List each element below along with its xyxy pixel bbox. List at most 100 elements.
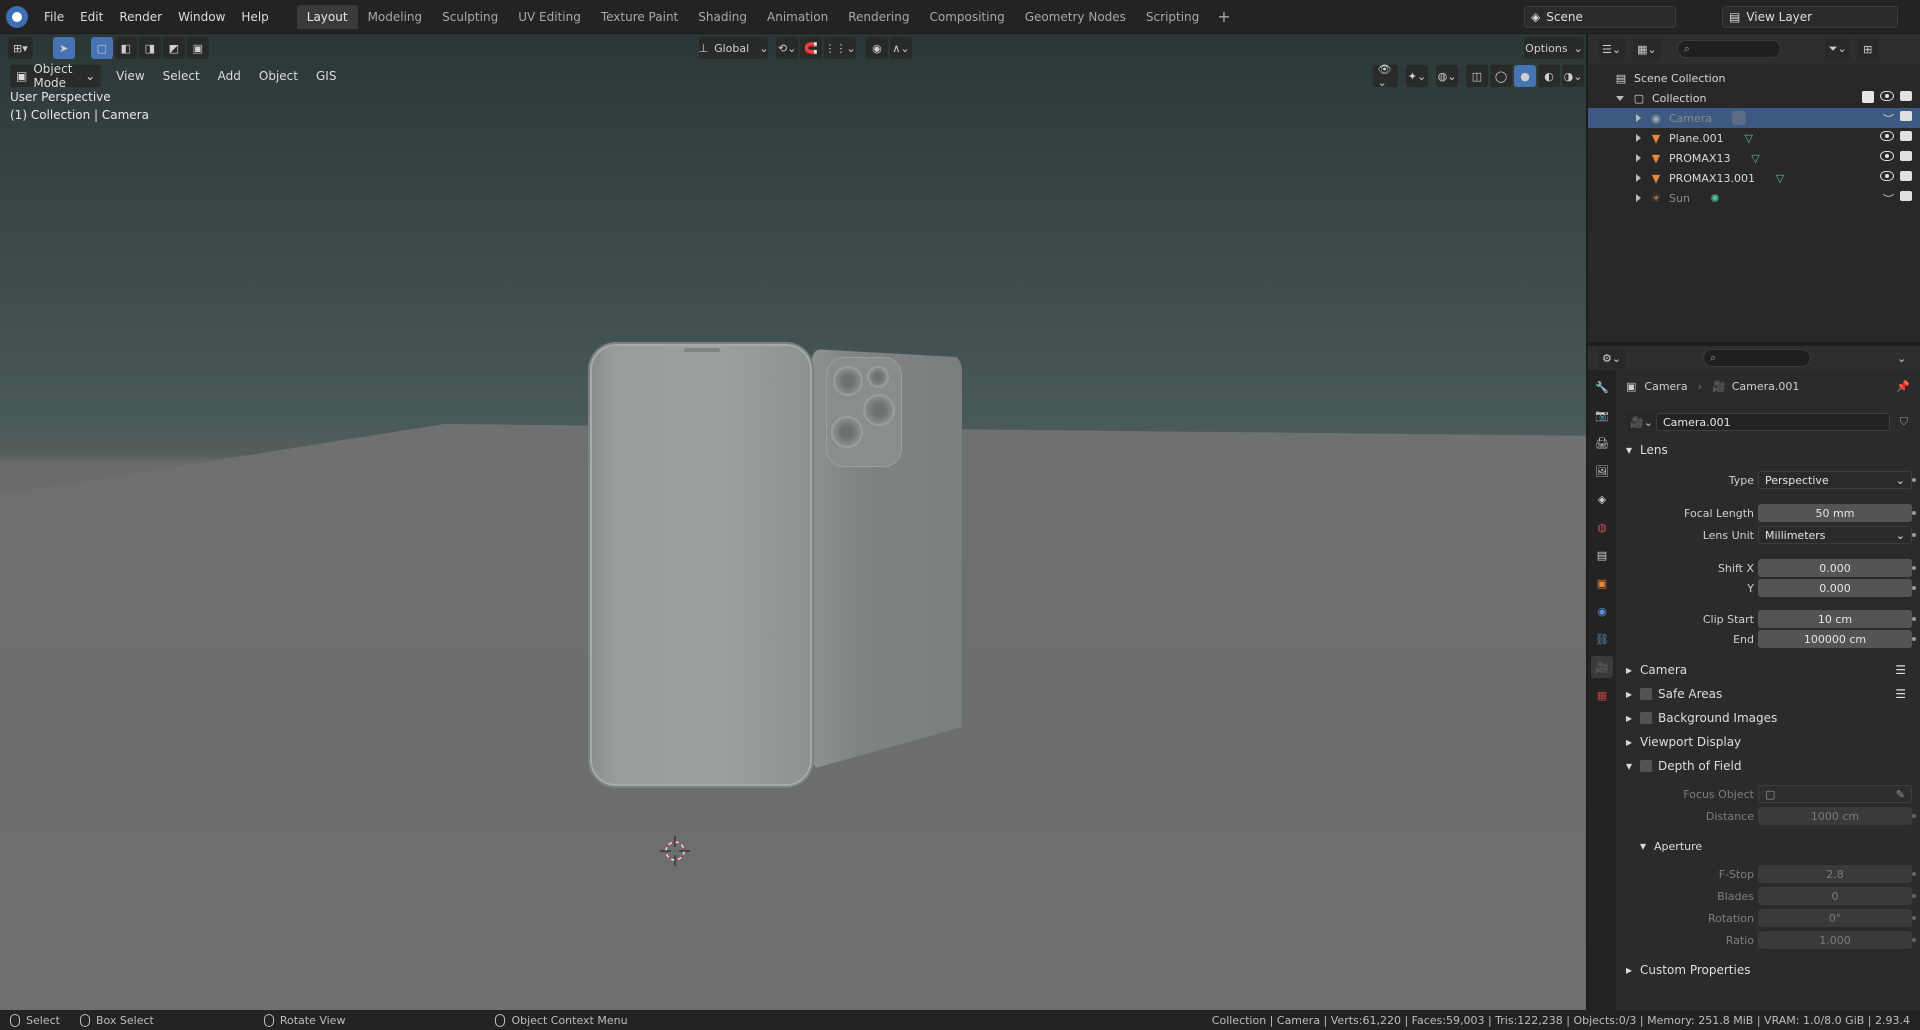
menu-window[interactable]: Window [170, 0, 233, 34]
eye-icon[interactable] [1880, 171, 1894, 181]
snap-toggle-icon[interactable]: 🧲 [800, 37, 823, 59]
outliner-editor-type-icon[interactable]: ☰⌄ [1598, 38, 1626, 60]
lens-type-dropdown[interactable]: Perspective ⌄ [1758, 471, 1912, 489]
visibility-selectability-icon[interactable]: 👁⌄ [1373, 63, 1398, 89]
expand-arrow-icon[interactable] [1636, 114, 1641, 122]
select-mode-invert-icon[interactable]: ◩ [162, 37, 185, 59]
clip-start-field[interactable]: 10 cm [1758, 610, 1912, 628]
focus-object-field[interactable]: ▢ ✎ [1758, 785, 1912, 803]
blender-logo-icon[interactable] [6, 5, 28, 28]
hidden-eye-icon[interactable]: ︶ [1883, 191, 1894, 207]
keyframe-dot-icon[interactable] [1912, 872, 1916, 876]
filter-icon[interactable]: ⏷⌄ [1824, 38, 1851, 60]
select-tool-icon[interactable]: ➤ [52, 37, 75, 59]
render-camera-icon[interactable] [1900, 191, 1912, 201]
select-mode-intersect-icon[interactable]: ▣ [186, 37, 209, 59]
outliner-item-plane[interactable]: ▼ Plane.001 ▽ [1588, 128, 1920, 148]
ratio-field[interactable]: 1.000 [1758, 931, 1912, 949]
render-camera-icon[interactable] [1900, 91, 1912, 101]
menu-edit[interactable]: Edit [72, 0, 111, 34]
keyframe-dot-icon[interactable] [1912, 533, 1916, 537]
render-camera-icon[interactable] [1900, 151, 1912, 161]
safe-areas-checkbox[interactable] [1640, 688, 1653, 700]
new-collection-icon[interactable]: ⊞ [1856, 38, 1879, 60]
tab-texture-paint[interactable]: Texture Paint [591, 5, 688, 29]
exclude-checkbox-icon[interactable] [1862, 91, 1874, 103]
object-mode-dropdown[interactable]: ▣ Object Mode ⌄ [10, 62, 102, 90]
snap-target-icon[interactable]: ⋮⋮⌄ [824, 37, 856, 59]
tab-scripting[interactable]: Scripting [1136, 5, 1209, 29]
lens-unit-dropdown[interactable]: Millimeters ⌄ [1758, 526, 1912, 544]
menu-file[interactable]: File [36, 0, 72, 34]
background-images-panel-header[interactable]: ▸ Background Images [1618, 708, 1920, 728]
phone-front-model[interactable] [590, 344, 812, 786]
render-camera-icon[interactable] [1900, 131, 1912, 141]
render-camera-icon[interactable] [1900, 171, 1912, 181]
collection-tab-icon[interactable]: ▤ [1591, 544, 1613, 566]
keyframe-dot-icon[interactable] [1912, 566, 1916, 570]
menu-render[interactable]: Render [111, 0, 170, 34]
keyframe-dot-icon[interactable] [1912, 511, 1916, 515]
solid-shading-icon[interactable]: ● [1514, 65, 1536, 87]
aperture-panel-header[interactable]: ▾ Aperture [1618, 836, 1920, 856]
eye-icon[interactable] [1880, 151, 1894, 161]
expand-arrow-icon[interactable] [1636, 134, 1641, 142]
world-tab-icon[interactable]: ◍ [1591, 516, 1613, 538]
fake-user-shield-icon[interactable]: ⛉ [1900, 415, 1908, 429]
viewport-menu-gis[interactable]: GIS [307, 69, 345, 83]
scene-collection-row[interactable]: ▤ Scene Collection [1588, 68, 1920, 88]
camera-panel-header[interactable]: ▸ Camera ☰ [1618, 660, 1920, 680]
focal-length-field[interactable]: 50 mm [1758, 504, 1912, 522]
tab-sculpting[interactable]: Sculpting [432, 5, 508, 29]
expand-arrow-icon[interactable] [1636, 194, 1641, 202]
view-layer-selector[interactable]: ▤ View Layer [1722, 6, 1898, 28]
keyframe-dot-icon[interactable] [1912, 478, 1916, 482]
chevron-down-icon[interactable]: ⌄ [1897, 352, 1906, 365]
tab-shading[interactable]: Shading [688, 5, 757, 29]
tab-rendering[interactable]: Rendering [838, 5, 919, 29]
material-shading-icon[interactable]: ◐ [1538, 65, 1560, 87]
3d-cursor-icon[interactable] [660, 836, 690, 866]
display-mode-icon[interactable]: ▦⌄ [1633, 38, 1661, 60]
xray-toggle-icon[interactable]: ◫ [1466, 65, 1488, 87]
view-layer-tab-icon[interactable]: 🖼 [1591, 460, 1613, 482]
viewport-menu-object[interactable]: Object [250, 69, 307, 83]
tab-compositing[interactable]: Compositing [919, 5, 1014, 29]
outliner-item-promax13[interactable]: ▼ PROMAX13 ▽ [1588, 148, 1920, 168]
expand-arrow-icon[interactable] [1616, 95, 1624, 101]
transform-orientation-dropdown[interactable]: ⊥ Global ⌄ [699, 37, 768, 59]
physics-tab-icon[interactable]: ◉ [1591, 600, 1613, 622]
eye-icon[interactable] [1880, 131, 1894, 141]
scene-selector[interactable]: ◈ Scene [1524, 6, 1676, 28]
presets-list-icon[interactable]: ☰ [1895, 687, 1906, 701]
keyframe-dot-icon[interactable] [1912, 814, 1916, 818]
keyframe-dot-icon[interactable] [1912, 637, 1916, 641]
presets-list-icon[interactable]: ☰ [1895, 663, 1906, 677]
viewport-menu-view[interactable]: View [107, 69, 153, 83]
datablock-name-field[interactable]: Camera.001 [1656, 413, 1890, 431]
object-tab-icon[interactable]: ▣ [1591, 572, 1613, 594]
keyframe-dot-icon[interactable] [1912, 916, 1916, 920]
gizmo-toggle-icon[interactable]: ✦⌄ [1406, 65, 1428, 87]
camera-data-tab-icon[interactable]: 🎥 [1591, 656, 1613, 678]
outliner-item-sun[interactable]: ☀ Sun ✺ ︶ [1588, 188, 1920, 208]
select-mode-subtract-icon[interactable]: ◨ [138, 37, 161, 59]
camera-browse-icon[interactable]: 🎥⌄ [1626, 411, 1657, 433]
falloff-icon[interactable]: ∧⌄ [889, 37, 912, 59]
shift-y-field[interactable]: 0.000 [1758, 579, 1912, 597]
select-mode-extend-icon[interactable]: ◧ [114, 37, 137, 59]
lens-panel-header[interactable]: ▾ Lens [1618, 440, 1920, 460]
render-tab-icon[interactable]: 📷 [1591, 404, 1613, 426]
rendered-shading-icon[interactable]: ◑⌄ [1562, 65, 1584, 87]
viewport-menu-select[interactable]: Select [154, 69, 209, 83]
keyframe-dot-icon[interactable] [1912, 938, 1916, 942]
proportional-editing-icon[interactable]: ◉ [865, 37, 888, 59]
custom-properties-panel-header[interactable]: ▸ Custom Properties [1618, 960, 1920, 980]
tab-animation[interactable]: Animation [757, 5, 838, 29]
tab-uv-editing[interactable]: UV Editing [508, 5, 591, 29]
keyframe-dot-icon[interactable] [1912, 617, 1916, 621]
keyframe-dot-icon[interactable] [1912, 586, 1916, 590]
phone-back-model[interactable] [812, 349, 962, 769]
output-tab-icon[interactable]: 🖨 [1591, 432, 1613, 454]
properties-search-input[interactable]: ⌕ [1703, 349, 1812, 367]
